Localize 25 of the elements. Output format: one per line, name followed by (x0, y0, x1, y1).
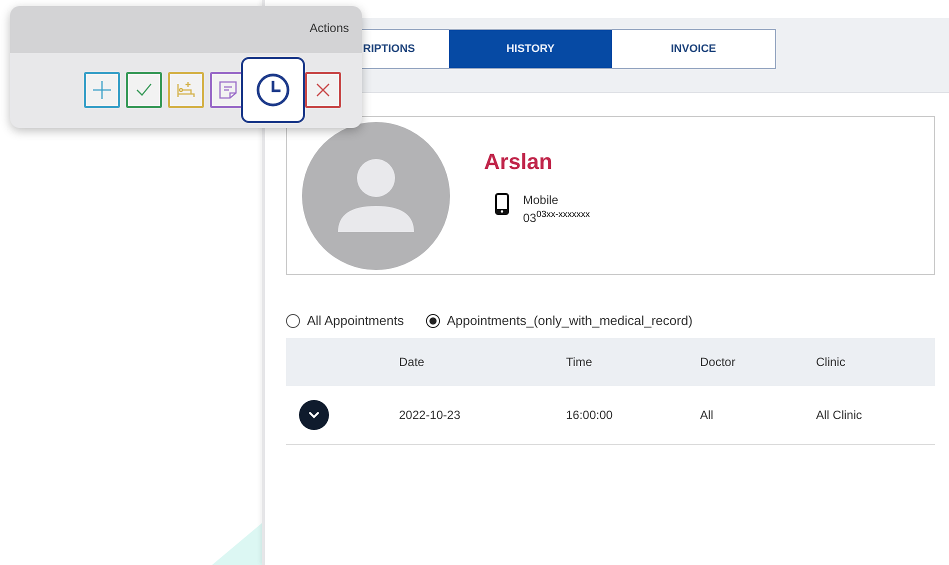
background-shape (212, 523, 262, 565)
radio-button[interactable] (286, 314, 300, 328)
add-button[interactable] (84, 72, 120, 108)
expand-button[interactable] (299, 400, 329, 430)
history-button[interactable] (241, 57, 305, 123)
cancel-button[interactable] (305, 72, 341, 108)
column-header: Date (399, 355, 424, 369)
phone-icon (495, 192, 509, 214)
phone-label: Mobile (523, 192, 560, 206)
table-cell: 16:00:00 (566, 408, 613, 422)
table-cell: 2022-10-23 (399, 408, 460, 422)
phone-number: 03$^{03xx-xxxxxxx}$ (523, 208, 590, 224)
confirm-button[interactable] (126, 72, 162, 108)
column-header: Time (566, 355, 592, 369)
radio-label[interactable]: All Appointments (307, 313, 404, 328)
popup-title: Actions (310, 21, 349, 37)
tab[interactable]: HISTORY (449, 30, 612, 68)
table-cell: All Clinic (816, 408, 862, 422)
radio-button[interactable] (426, 314, 440, 328)
column-header: Clinic (816, 355, 846, 369)
table-cell: All (700, 408, 714, 422)
column-header: Doctor (700, 355, 736, 369)
radio-label[interactable]: Appointments_(only_with_medical_record) (446, 313, 693, 328)
plus-icon (90, 78, 114, 102)
patient-name: Arslan (484, 148, 554, 174)
